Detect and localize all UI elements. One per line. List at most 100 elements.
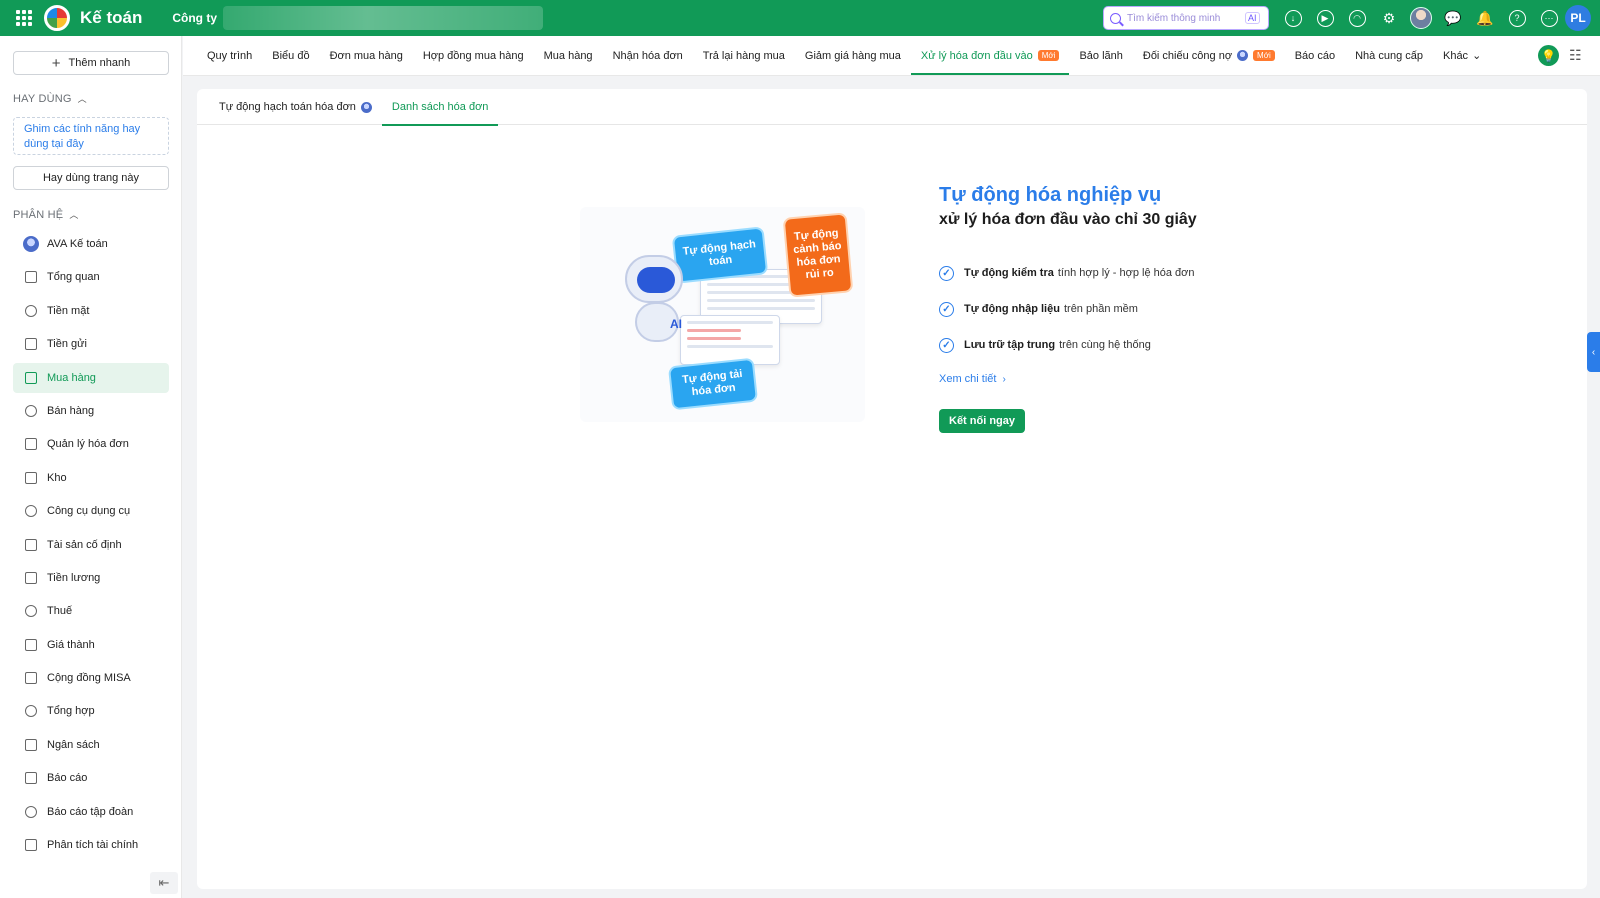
sidebar-item[interactable]: AVA Kế toán [13,229,169,259]
sidebar-item[interactable]: Phân tích tài chính [13,830,169,860]
app-grid-icon[interactable] [16,10,32,26]
nav-tab-label: Nhận hóa đơn [612,49,683,62]
nav-tab[interactable]: Báo cáo [1285,36,1345,76]
sidebar-item[interactable]: Thuế [13,596,169,626]
new-badge: Mới [1253,50,1275,61]
frequent-page-button[interactable]: Hay dùng trang này [13,166,169,190]
connect-now-button[interactable]: Kết nối ngay [939,409,1026,433]
feature-text: tính hợp lý - hợp lệ hóa đơn [1057,267,1195,279]
sub-tabs: Tự động hạch toán hóa đơn Danh sách hóa đ… [197,89,1587,126]
cart-icon [25,404,37,417]
sidebar-item-label: Quản lý hóa đơn [47,438,129,451]
module-tabs: Quy trình Biểu đồ Đơn mua hàng Hợp đồng mua… [183,36,1600,76]
nav-tab[interactable]: Đối chiếu công nợ Mới [1133,36,1285,76]
modules-section-title[interactable]: PHÂN HỆ ︿ [13,208,79,221]
ava-icon [23,236,39,252]
nav-tab[interactable]: Bảo lãnh [1069,36,1132,76]
sidebar-item[interactable]: Tiền lương [13,563,169,593]
smart-search[interactable]: AI [1103,6,1269,30]
check-circle-icon: ✓ [939,265,954,281]
nav-tab-label: Mua hàng [543,49,593,62]
warehouse-icon [25,471,37,484]
sidebar-item[interactable]: Công cụ dụng cụ [13,496,169,526]
nav-tab[interactable]: Khác ⌄ [1433,36,1491,76]
search-input[interactable] [1127,12,1245,24]
nav-tab[interactable]: Nhà cung cấp [1345,36,1433,76]
sidebar-item[interactable]: Tài sản cố định [13,530,169,560]
community-icon [25,672,37,685]
promo-subtitle: xử lý hóa đơn đầu vào chỉ 30 giây [939,211,1197,228]
quick-add-button[interactable]: + Thêm nhanh [13,51,169,75]
sub-tab[interactable]: Tự động hạch toán hóa đơn [209,89,382,125]
bar-chart-icon [25,772,37,785]
shopping-bag-icon [25,371,37,384]
sidebar-item[interactable]: Tiền gửi [13,329,169,359]
see-more-link[interactable]: Xem chi tiết › [939,373,1439,385]
sidebar-item-label: Tiền gửi [47,338,87,351]
company-label[interactable]: Công ty [172,11,217,25]
nav-tab[interactable]: Xử lý hóa đơn đầu vào Mới [910,36,1070,76]
chat-icon[interactable]: 💬 [1442,7,1464,29]
gear-icon[interactable]: ⚙ [1378,7,1400,29]
sidebar-item-label: Giá thành [47,638,95,651]
sidebar-item-label: Công cụ dụng cụ [47,505,131,518]
sub-tab[interactable]: Danh sách hóa đơn [381,89,499,126]
sidebar-item[interactable]: Báo cáo tập đoàn [13,797,169,827]
sidebar-item[interactable]: Cộng đồng MISA [13,663,169,693]
help-icon[interactable]: ? [1506,7,1528,29]
sidebar-item[interactable]: Giá thành [13,630,169,660]
company-name-redacted[interactable] [223,6,544,30]
feature-text: trên phần mềm [1063,303,1138,315]
chevron-right-icon: › [1002,373,1006,385]
collapse-icon[interactable]: ⇤ [150,872,178,894]
salary-icon [25,571,37,584]
sidebar-item[interactable]: Bán hàng [13,396,169,426]
play-icon[interactable]: ▶ [1314,7,1336,29]
sidebar-item[interactable]: Ngân sách [13,730,169,760]
promo-panel: Tự động hóa nghiệp vụ xử lý hóa đơn đầu … [939,184,1439,433]
sidebar-item[interactable]: Tổng quan [13,262,169,292]
lightbulb-icon[interactable]: 💡 [1538,45,1559,66]
sidebar-item[interactable]: Tiền mặt [13,296,169,326]
nav-tab-label: Bảo lãnh [1079,49,1123,62]
sidebar-item[interactable]: Báo cáo [13,763,169,793]
dashboard-icon [25,271,37,284]
invoice-paper [680,315,780,365]
auto-warning-card: Tự động cảnh báo hóa đơn rủi ro [782,212,854,298]
sidebar-item[interactable]: Kho [13,463,169,493]
sub-tab-label: Danh sách hóa đơn [391,101,489,113]
check-circle-icon: ✓ [939,337,954,353]
sidebar-item[interactable]: Mua hàng [13,362,169,393]
sidebar: + Thêm nhanh HAY DÙNG ︿ Ghim các tính nă… [0,36,182,898]
bell-icon[interactable]: 🔔 [1474,7,1496,29]
feature-bold: Tự động kiểm tra [964,267,1054,279]
side-panel-toggle[interactable]: ‹ [1587,332,1600,372]
auto-accounting-card: Tự động hạch toán [671,226,769,284]
download-icon[interactable]: ↓ [1282,7,1304,29]
frequent-section-title[interactable]: HAY DÙNG ︿ [13,92,87,105]
nav-tab[interactable]: Biểu đồ [262,36,319,76]
avatar[interactable] [1410,7,1432,29]
sidebar-item[interactable]: Quản lý hóa đơn [13,429,169,459]
promo-title: Tự động hóa nghiệp vụ [939,184,1162,206]
misa-logo [44,5,70,31]
new-badge: Mới [1037,50,1060,61]
sidebar-item[interactable]: Tổng hợp [13,696,169,726]
settings-sliders-icon[interactable]: ☷ [1569,47,1582,64]
main-content: Tự động hạch toán hóa đơn Danh sách hóa đ… [197,89,1587,889]
nav-tab[interactable]: Nhận hóa đơn [603,36,693,76]
nav-tab[interactable]: Trả lại hàng mua [693,36,795,76]
more-icon[interactable]: ⋯ [1538,7,1560,29]
nav-tab[interactable]: Mua hàng [534,36,603,76]
nav-tab[interactable]: Giảm giá hàng mua [795,36,911,76]
support-icon[interactable]: ◠ [1346,7,1368,29]
user-avatar[interactable]: PL [1565,5,1591,31]
nav-tab[interactable]: Quy trình [197,36,262,76]
nav-tab[interactable]: Đơn mua hàng [320,36,413,76]
top-icons: ↓ ▶ ◠ ⚙ 💬 🔔 ? ⋯ [1282,7,1560,29]
app-title[interactable]: Kế toán [80,8,142,28]
ai-badge: AI [1245,12,1260,24]
nav-tab[interactable]: Hợp đồng mua hàng [413,36,534,76]
see-more-text: Xem chi tiết [939,373,997,385]
automation-illustration: Tự động hạch toán Tự động cảnh báo hóa đ… [580,207,865,422]
